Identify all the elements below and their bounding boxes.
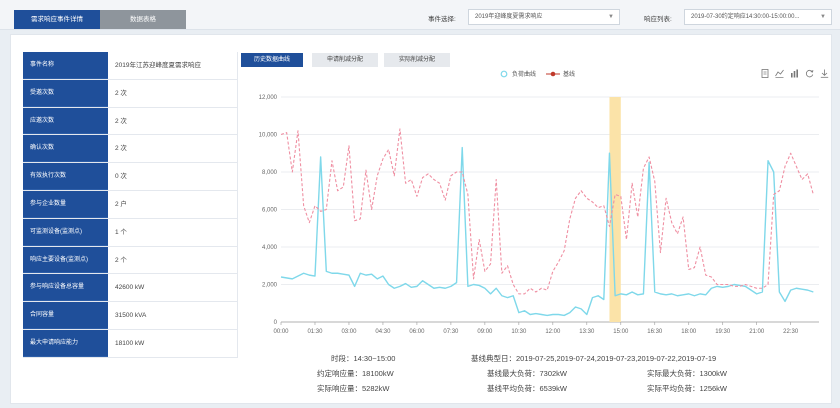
info-row: 受邀次数 2 次 bbox=[23, 79, 238, 108]
download-icon[interactable] bbox=[820, 69, 829, 78]
info-row: 最大申请响应能力 18100 kW bbox=[23, 329, 238, 358]
info-key: 最大申请响应能力 bbox=[23, 329, 108, 357]
x-tick-label: 03:00 bbox=[341, 329, 357, 335]
info-value: 1 个 bbox=[108, 218, 238, 246]
x-tick-label: 15:00 bbox=[613, 329, 629, 335]
stat-typical-days: 基线典型日：2019-07-25,2019-07-24,2019-07-23,2… bbox=[471, 354, 717, 363]
baseline-series-line bbox=[280, 128, 814, 295]
x-tick-label: 21:00 bbox=[749, 329, 765, 335]
x-tick-label: 12:00 bbox=[545, 329, 561, 335]
info-row: 合同容量 31500 kVA bbox=[23, 302, 238, 330]
x-tick-label: 13:30 bbox=[579, 329, 595, 335]
info-value: 0 次 bbox=[108, 163, 238, 190]
info-key: 确认次数 bbox=[23, 135, 108, 163]
x-tick-label: 06:00 bbox=[409, 329, 425, 335]
load-series-line bbox=[280, 146, 814, 317]
x-tick-label: 19:30 bbox=[715, 329, 731, 335]
info-row: 响应主要设备(监测点) 2 个 bbox=[23, 246, 238, 275]
info-key: 合同容量 bbox=[23, 302, 108, 329]
info-key: 可监测设备(监测点) bbox=[23, 218, 108, 246]
info-key: 响应主要设备(监测点) bbox=[23, 246, 108, 274]
x-tick-label: 18:00 bbox=[681, 329, 697, 335]
info-key: 应邀次数 bbox=[23, 107, 108, 135]
chevron-down-icon: ▼ bbox=[820, 14, 826, 20]
info-value: 2 次 bbox=[108, 107, 238, 135]
info-value: 2 户 bbox=[108, 190, 238, 218]
info-row: 确认次数 2 次 bbox=[23, 135, 238, 164]
info-key: 参与响应设备总容量 bbox=[23, 274, 108, 302]
stat-actual-response: 实际响应量：5282kW bbox=[317, 384, 390, 393]
tab-event-detail[interactable]: 需求响应事件详情 bbox=[14, 10, 100, 29]
main-panel: 事件名称 2019年江苏迎峰度夏需求响应 受邀次数 2 次应邀次数 2 次确认次数 2 次… bbox=[10, 34, 832, 404]
top-bar: 需求响应事件详情 数据表格 事件选择: 2019年迎峰度夏需求响应 ▼ 响应列表… bbox=[0, 0, 840, 30]
event-select[interactable]: 2019年迎峰度夏需求响应 ▼ bbox=[468, 9, 620, 25]
event-info-table: 事件名称 2019年江苏迎峰度夏需求响应 受邀次数 2 次应邀次数 2 次确认次数 2 次… bbox=[23, 52, 238, 358]
chart-tab-history[interactable]: 历史数据曲线 bbox=[241, 53, 303, 67]
chart-toolbox bbox=[761, 69, 829, 78]
legend-load[interactable]: 负荷曲线 bbox=[499, 69, 536, 78]
response-list-select[interactable]: 2019-07-30约定响应14:30:00-15:00:00... ▼ bbox=[684, 9, 832, 25]
chart-tab-apply-reduction[interactable]: 申请削减分配 bbox=[312, 53, 378, 67]
x-tick-label: 00:00 bbox=[273, 329, 289, 335]
info-key: 参与企业数量 bbox=[23, 190, 108, 218]
info-value: 42600 kW bbox=[108, 274, 238, 302]
x-tick-label: 01:30 bbox=[307, 329, 323, 335]
info-value: 18100 kW bbox=[108, 329, 238, 357]
info-row: 参与企业数量 2 户 bbox=[23, 190, 238, 219]
response-list-value: 2019-07-30约定响应14:30:00-15:00:00... bbox=[691, 14, 800, 20]
y-tick-label: 12,000 bbox=[259, 95, 278, 101]
legend-load-marker bbox=[500, 70, 508, 77]
info-row: 可监测设备(监测点) 1 个 bbox=[23, 218, 238, 247]
info-value: 31500 kVA bbox=[108, 302, 238, 329]
info-value: 2 次 bbox=[108, 135, 238, 163]
legend-load-label: 负荷曲线 bbox=[512, 72, 537, 78]
x-tick-label: 07:30 bbox=[443, 329, 459, 335]
data-view-icon[interactable] bbox=[761, 69, 769, 78]
chart-tab-actual-reduction[interactable]: 实际削减分配 bbox=[384, 53, 450, 67]
y-tick-label: 2,000 bbox=[262, 283, 278, 289]
info-key: 事件名称 bbox=[23, 52, 108, 79]
y-tick-label: 0 bbox=[274, 320, 278, 326]
legend-baseline[interactable]: 基线 bbox=[546, 69, 575, 78]
chart-legend: 负荷曲线 基线 bbox=[499, 69, 575, 78]
info-key: 受邀次数 bbox=[23, 79, 108, 107]
x-tick-label: 22:30 bbox=[783, 329, 799, 335]
x-tick-label: 09:00 bbox=[477, 329, 493, 335]
info-key: 有效执行次数 bbox=[23, 163, 108, 190]
info-row: 应邀次数 2 次 bbox=[23, 107, 238, 136]
legend-baseline-marker bbox=[546, 71, 561, 76]
statistics: 时段：14:30~15:00 基线典型日：2019-07-25,2019-07-… bbox=[311, 353, 751, 398]
y-tick-label: 4,000 bbox=[262, 245, 278, 251]
x-tick-label: 10:30 bbox=[511, 329, 527, 335]
response-list-label: 响应列表: bbox=[644, 16, 672, 23]
legend-baseline-label: 基线 bbox=[563, 72, 576, 78]
refresh-icon[interactable] bbox=[805, 69, 814, 78]
stat-baseline-avg: 基线平均负荷：6539kW bbox=[487, 384, 568, 393]
bar-chart-icon[interactable] bbox=[790, 69, 799, 78]
stat-actual-max: 实际最大负荷：1300kW bbox=[647, 369, 728, 378]
chevron-down-icon: ▼ bbox=[608, 14, 614, 20]
info-value: 2 次 bbox=[108, 79, 238, 107]
y-tick-label: 8,000 bbox=[262, 170, 278, 176]
line-chart-icon[interactable] bbox=[775, 69, 784, 78]
tab-data-table[interactable]: 数据表格 bbox=[100, 10, 186, 29]
info-row: 事件名称 2019年江苏迎峰度夏需求响应 bbox=[23, 52, 238, 80]
event-select-label: 事件选择: bbox=[428, 16, 456, 23]
stat-agreed-response: 约定响应量：18100kW bbox=[317, 369, 394, 378]
x-tick-label: 04:30 bbox=[375, 329, 391, 335]
info-value: 2 个 bbox=[108, 246, 238, 274]
y-tick-label: 10,000 bbox=[259, 133, 278, 139]
y-tick-label: 6,000 bbox=[262, 208, 278, 214]
stat-period: 时段：14:30~15:00 bbox=[331, 354, 396, 363]
info-row: 有效执行次数 0 次 bbox=[23, 163, 238, 191]
x-tick-label: 16:30 bbox=[647, 329, 663, 335]
stat-actual-avg: 实际平均负荷：1256kW bbox=[647, 384, 728, 393]
info-value: 2019年江苏迎峰度夏需求响应 bbox=[108, 52, 238, 79]
stat-baseline-max: 基线最大负荷：7302kW bbox=[487, 369, 568, 378]
load-chart: 0 2,000 4,000 6,000 8,000 10,000 12,000 00:00 01… bbox=[259, 95, 819, 335]
info-row: 参与响应设备总容量 42600 kW bbox=[23, 274, 238, 303]
event-select-value: 2019年迎峰度夏需求响应 bbox=[475, 14, 543, 20]
